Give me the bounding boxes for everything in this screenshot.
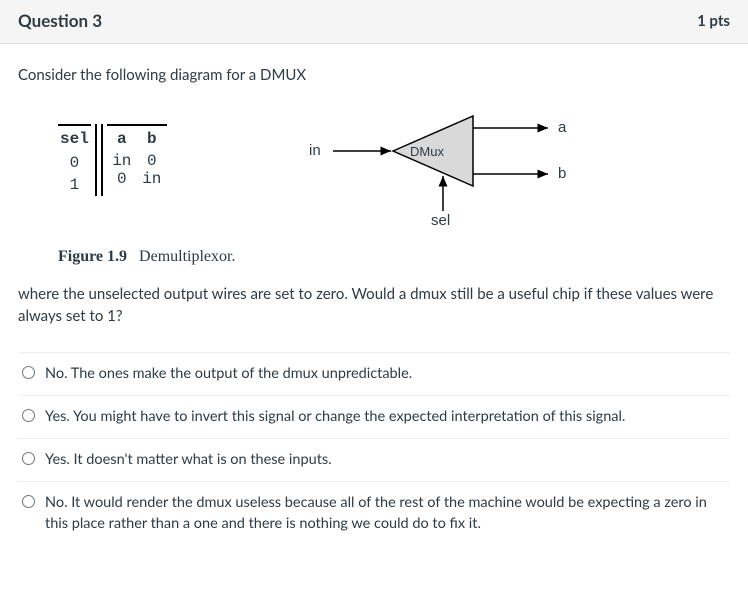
figure-area: sel 0 1 a b in 0 0 in xyxy=(58,106,730,236)
question-title: Question 3 xyxy=(18,10,102,31)
answer-option[interactable]: Yes. You might have to invert this signa… xyxy=(18,396,730,439)
answer-label[interactable]: No. The ones make the output of the dmux… xyxy=(45,364,412,384)
truth-table: sel 0 1 a b in 0 0 in xyxy=(58,124,167,196)
intro-text: Consider the following diagram for a DMU… xyxy=(18,66,730,84)
tt-header-sel: sel xyxy=(58,130,91,152)
answer-list: No. The ones make the output of the dmux… xyxy=(18,352,730,545)
answer-option[interactable]: No. It would render the dmux useless bec… xyxy=(18,482,730,545)
question-header: Question 3 1 pts xyxy=(0,0,748,44)
tt-cell: in xyxy=(107,152,137,170)
tt-header-a: a xyxy=(107,130,137,148)
question-body: Consider the following diagram for a DMU… xyxy=(0,44,748,555)
answer-option[interactable]: Yes. It doesn't matter what is on these … xyxy=(18,439,730,482)
answer-label[interactable]: Yes. It doesn't matter what is on these … xyxy=(45,450,332,470)
figure-caption: Figure 1.9 Demultiplexor. xyxy=(58,248,730,266)
question-tail: where the unselected output wires are se… xyxy=(18,284,730,328)
dmux-chip-label: DMux xyxy=(410,144,444,159)
tt-divider xyxy=(101,124,103,196)
tt-cell: 0 xyxy=(137,152,167,170)
dmux-symbol: in DMux a b sel xyxy=(303,106,603,236)
tt-header-b: b xyxy=(137,130,167,148)
figure-caption-text: Demultiplexor. xyxy=(139,248,235,265)
answer-option[interactable]: No. The ones make the output of the dmux… xyxy=(18,353,730,396)
dmux-sel-label: sel xyxy=(431,212,450,229)
figure-number: Figure 1.9 xyxy=(58,248,127,265)
answer-radio[interactable] xyxy=(22,452,35,465)
tt-cell: 1 xyxy=(58,174,91,196)
dmux-in-label: in xyxy=(309,142,321,159)
tt-cell: in xyxy=(137,170,167,188)
answer-radio[interactable] xyxy=(22,366,35,379)
answer-label[interactable]: No. It would render the dmux useless bec… xyxy=(45,493,726,534)
answer-radio[interactable] xyxy=(22,409,35,422)
tt-divider xyxy=(95,124,97,196)
tt-cell: 0 xyxy=(58,152,91,174)
dmux-b-label: b xyxy=(558,165,566,182)
dmux-a-label: a xyxy=(558,119,566,136)
answer-radio[interactable] xyxy=(22,495,35,508)
tt-cell: 0 xyxy=(107,170,137,188)
answer-label[interactable]: Yes. You might have to invert this signa… xyxy=(45,407,625,427)
question-points: 1 pts xyxy=(697,12,730,30)
